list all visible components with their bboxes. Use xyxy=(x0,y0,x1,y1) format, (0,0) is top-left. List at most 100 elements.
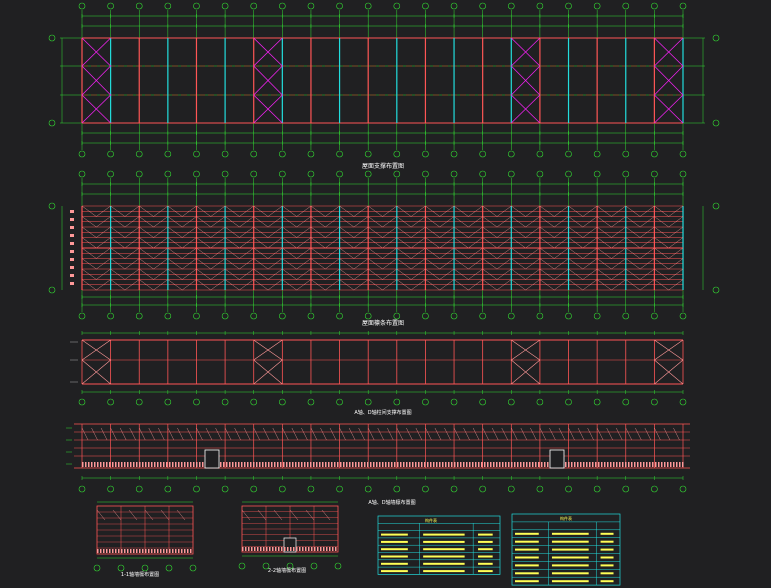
base-hatch xyxy=(676,462,678,467)
base-hatch xyxy=(274,462,276,467)
structural-drawing-canvas: 屋面支撑布置图 屋面檩条布置图 A轴、D轴柱间支撑布置图 A轴、D轴墙檩布置图 … xyxy=(0,0,771,588)
table-cell-text xyxy=(381,555,408,558)
base-hatch xyxy=(332,547,334,551)
base-hatch xyxy=(367,462,369,467)
table-cell-text xyxy=(423,548,465,551)
base-hatch xyxy=(394,462,396,467)
base-hatch xyxy=(328,462,330,467)
table-cell-text xyxy=(478,533,493,536)
base-hatch xyxy=(343,462,345,467)
base-hatch xyxy=(673,462,675,467)
base-hatch xyxy=(112,462,114,467)
base-hatch xyxy=(670,462,672,467)
base-hatch xyxy=(220,462,222,467)
base-hatch xyxy=(157,549,159,553)
base-hatch xyxy=(106,549,108,553)
base-hatch xyxy=(538,462,540,467)
base-hatch xyxy=(292,462,294,467)
base-hatch xyxy=(151,549,153,553)
base-hatch xyxy=(199,462,201,467)
base-hatch xyxy=(133,549,135,553)
base-hatch xyxy=(103,549,105,553)
base-hatch xyxy=(334,462,336,467)
base-hatch xyxy=(139,462,141,467)
base-hatch xyxy=(487,462,489,467)
base-hatch xyxy=(313,462,315,467)
title-section-1-1: 1-1轴墙檩布置图 xyxy=(121,571,159,578)
table-cell-text xyxy=(515,548,539,551)
base-hatch xyxy=(223,462,225,467)
base-hatch xyxy=(400,462,402,467)
door-opening xyxy=(204,449,220,469)
base-hatch xyxy=(304,462,306,467)
base-hatch xyxy=(124,462,126,467)
base-hatch xyxy=(505,462,507,467)
base-hatch xyxy=(154,549,156,553)
base-hatch xyxy=(287,547,289,551)
base-hatch xyxy=(583,462,585,467)
base-hatch xyxy=(187,462,189,467)
title-roof-purlin-plan: 屋面檩条布置图 xyxy=(362,319,404,327)
base-hatch xyxy=(307,462,309,467)
base-hatch xyxy=(329,547,331,551)
base-hatch xyxy=(136,549,138,553)
base-hatch xyxy=(115,549,117,553)
base-hatch xyxy=(272,547,274,551)
base-hatch xyxy=(634,462,636,467)
base-hatch xyxy=(302,547,304,551)
dimension-mark xyxy=(70,242,74,245)
base-hatch xyxy=(280,462,282,467)
base-hatch xyxy=(667,462,669,467)
base-hatch xyxy=(658,462,660,467)
base-hatch xyxy=(427,462,429,467)
base-hatch xyxy=(127,549,129,553)
table-cell-text xyxy=(423,540,465,543)
base-hatch xyxy=(145,549,147,553)
table-cell-text xyxy=(600,548,614,551)
table-cell-text xyxy=(600,572,614,575)
base-hatch xyxy=(184,462,186,467)
base-hatch xyxy=(448,462,450,467)
base-hatch xyxy=(445,462,447,467)
base-hatch xyxy=(586,462,588,467)
table-cell-text xyxy=(381,548,408,551)
base-hatch xyxy=(268,462,270,467)
base-hatch xyxy=(295,462,297,467)
base-hatch xyxy=(229,462,231,467)
dimension-mark xyxy=(70,218,74,221)
base-hatch xyxy=(94,462,96,467)
title-a-axis-elevation: A轴、D轴柱间支撑布置图 xyxy=(354,409,411,416)
table-cell-text xyxy=(423,562,465,565)
base-hatch xyxy=(281,547,283,551)
base-hatch xyxy=(202,462,204,467)
base-hatch xyxy=(679,462,681,467)
table-cell-text xyxy=(515,540,539,543)
base-hatch xyxy=(442,462,444,467)
base-hatch xyxy=(127,462,129,467)
base-hatch xyxy=(151,462,153,467)
base-hatch xyxy=(290,547,292,551)
base-hatch xyxy=(278,547,280,551)
base-hatch xyxy=(109,462,111,467)
base-hatch xyxy=(664,462,666,467)
base-hatch xyxy=(601,462,603,467)
base-hatch xyxy=(472,462,474,467)
base-hatch xyxy=(637,462,639,467)
base-hatch xyxy=(100,462,102,467)
base-hatch xyxy=(331,462,333,467)
base-hatch xyxy=(241,462,243,467)
base-hatch xyxy=(508,462,510,467)
base-hatch xyxy=(481,462,483,467)
table-cell-text xyxy=(515,580,539,583)
base-hatch xyxy=(175,549,177,553)
base-hatch xyxy=(484,462,486,467)
base-hatch xyxy=(604,462,606,467)
base-hatch xyxy=(88,462,90,467)
base-hatch xyxy=(568,462,570,467)
base-hatch xyxy=(154,462,156,467)
base-hatch xyxy=(325,462,327,467)
dimension-mark xyxy=(70,282,74,285)
base-hatch xyxy=(643,462,645,467)
base-hatch xyxy=(607,462,609,467)
base-hatch xyxy=(187,549,189,553)
